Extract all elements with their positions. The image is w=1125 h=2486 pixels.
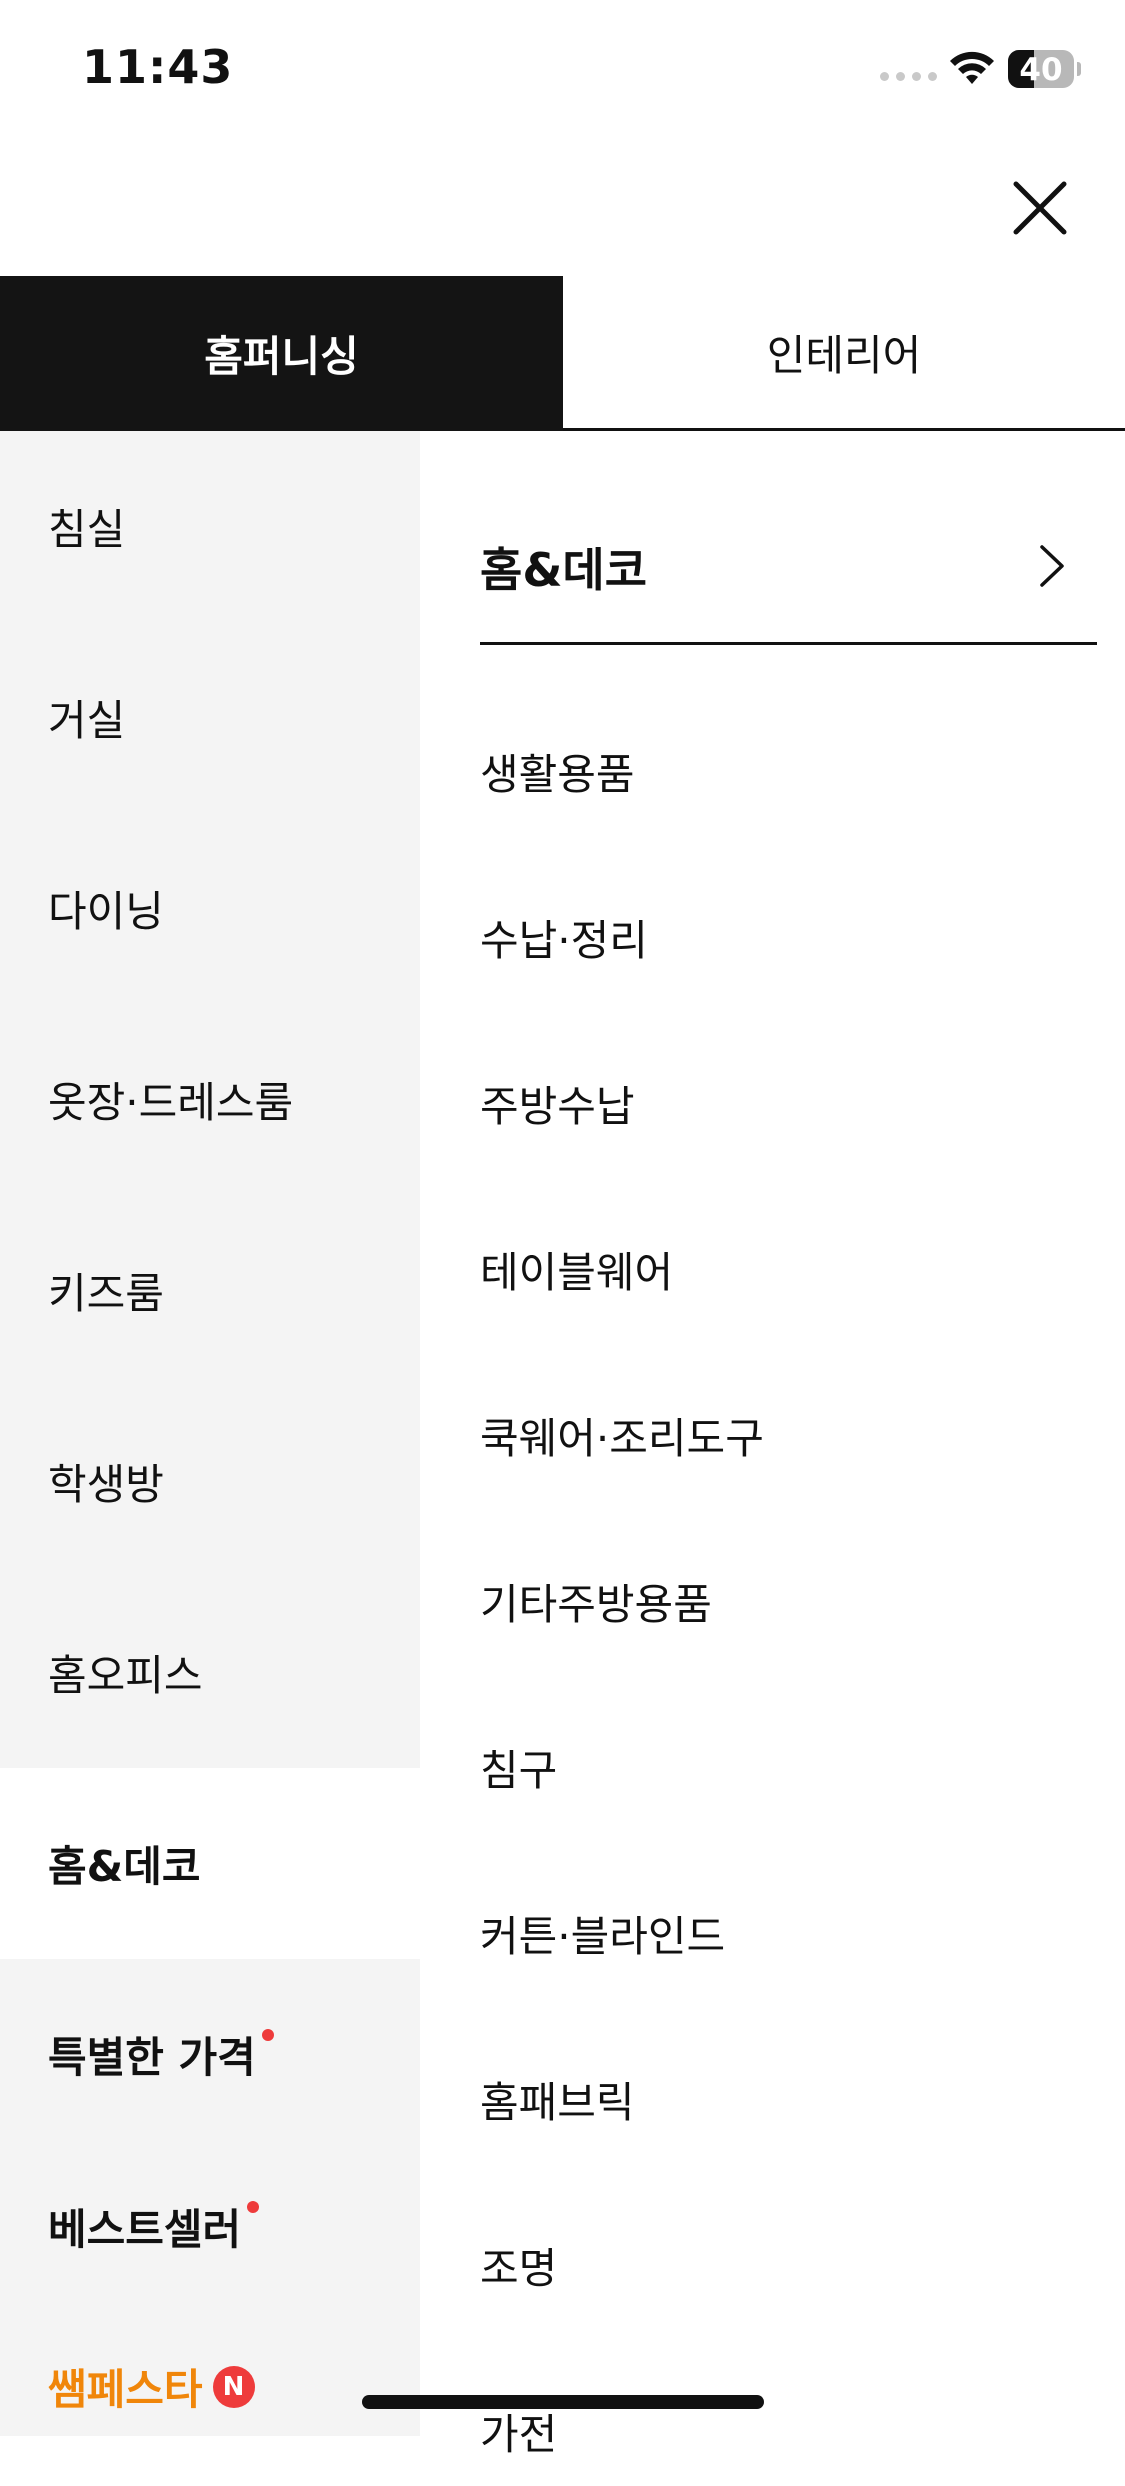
status-bar: 11:43 40 — [0, 0, 1125, 138]
wifi-icon — [950, 51, 994, 84]
left-item-label: 학생방 — [48, 1460, 164, 1509]
category-tabs: 홈퍼니싱 인테리어 — [0, 276, 1125, 431]
new-dot-indicator — [261, 2028, 274, 2041]
left-category-list: 침실 거실 다이닝 옷장·드레스룸 키즈룸 학생방 홈오피스 홈&데코 특별한 … — [0, 431, 420, 2436]
subcategory-item[interactable]: 생활용품 — [480, 716, 1097, 826]
left-item-label: 거실 — [48, 696, 126, 745]
left-item-label: 베스트셀러 — [48, 2205, 242, 2254]
subcategory-item[interactable]: 가전 — [480, 2376, 1097, 2486]
left-item-label: 다이닝 — [48, 887, 164, 936]
left-item-label: 특별한 가격 — [48, 2033, 256, 2082]
left-item-student-room[interactable]: 학생방 — [0, 1386, 420, 1577]
left-item-label: 침실 — [48, 505, 126, 554]
new-badge: N — [212, 2365, 255, 2408]
left-item-bedroom[interactable]: 침실 — [0, 431, 420, 622]
home-indicator[interactable] — [362, 2395, 764, 2409]
subcategory-item[interactable]: 침구 — [480, 1712, 1097, 1822]
left-item-wardrobe[interactable]: 옷장·드레스룸 — [0, 1004, 420, 1195]
battery-level-text: 40 — [1019, 52, 1063, 88]
tab-home-furnishing[interactable]: 홈퍼니싱 — [0, 276, 563, 431]
left-item-label: 옷장·드레스룸 — [48, 1078, 294, 1127]
battery-icon: 40 — [1008, 50, 1074, 88]
left-item-ssam-festa[interactable]: 쌤페스타 N — [0, 2291, 420, 2482]
new-dot-indicator — [247, 2200, 260, 2213]
cellular-signal-icon — [880, 72, 937, 81]
left-item-label: 홈오피스 — [48, 1651, 203, 1700]
left-item-label: 키즈룸 — [48, 1269, 164, 1318]
subcategory-header-label: 홈&데코 — [480, 542, 648, 597]
left-item-special-price[interactable]: 특별한 가격 — [0, 1959, 420, 2150]
status-time: 11:43 — [82, 40, 234, 94]
left-item-kids-room[interactable]: 키즈룸 — [0, 1195, 420, 1386]
subcategory-item[interactable]: 조명 — [480, 2210, 1097, 2320]
left-item-label: 쌤페스타 — [48, 2365, 203, 2414]
subcategory-item[interactable]: 커튼·블라인드 — [480, 1878, 1097, 1988]
subcategory-item[interactable]: 주방수납 — [480, 1048, 1097, 1158]
subcategory-header[interactable]: 홈&데코 — [480, 491, 1097, 645]
left-item-home-office[interactable]: 홈오피스 — [0, 1577, 420, 1768]
subcategory-item[interactable]: 수납·정리 — [480, 882, 1097, 992]
left-item-label: 홈&데코 — [48, 1842, 201, 1891]
tab-interior[interactable]: 인테리어 — [563, 276, 1125, 431]
battery-tip — [1077, 62, 1081, 76]
right-subcategory-list: 홈&데코 생활용품 수납·정리 주방수납 테이블웨어 쿡웨어·조리도구 기타주방… — [420, 431, 1125, 2459]
subcategory-item[interactable]: 홈패브릭 — [480, 2044, 1097, 2154]
subcategory-item[interactable]: 쿡웨어·조리도구 — [480, 1380, 1097, 1490]
left-item-living-room[interactable]: 거실 — [0, 622, 420, 813]
subcategory-item[interactable]: 테이블웨어 — [480, 1214, 1097, 1324]
left-item-dining[interactable]: 다이닝 — [0, 813, 420, 1004]
left-item-home-deco[interactable]: 홈&데코 — [0, 1768, 420, 1959]
subcategory-item[interactable]: 기타주방용품 — [480, 1546, 1097, 1656]
chevron-right-icon — [1040, 545, 1064, 587]
close-icon[interactable] — [1000, 168, 1080, 248]
